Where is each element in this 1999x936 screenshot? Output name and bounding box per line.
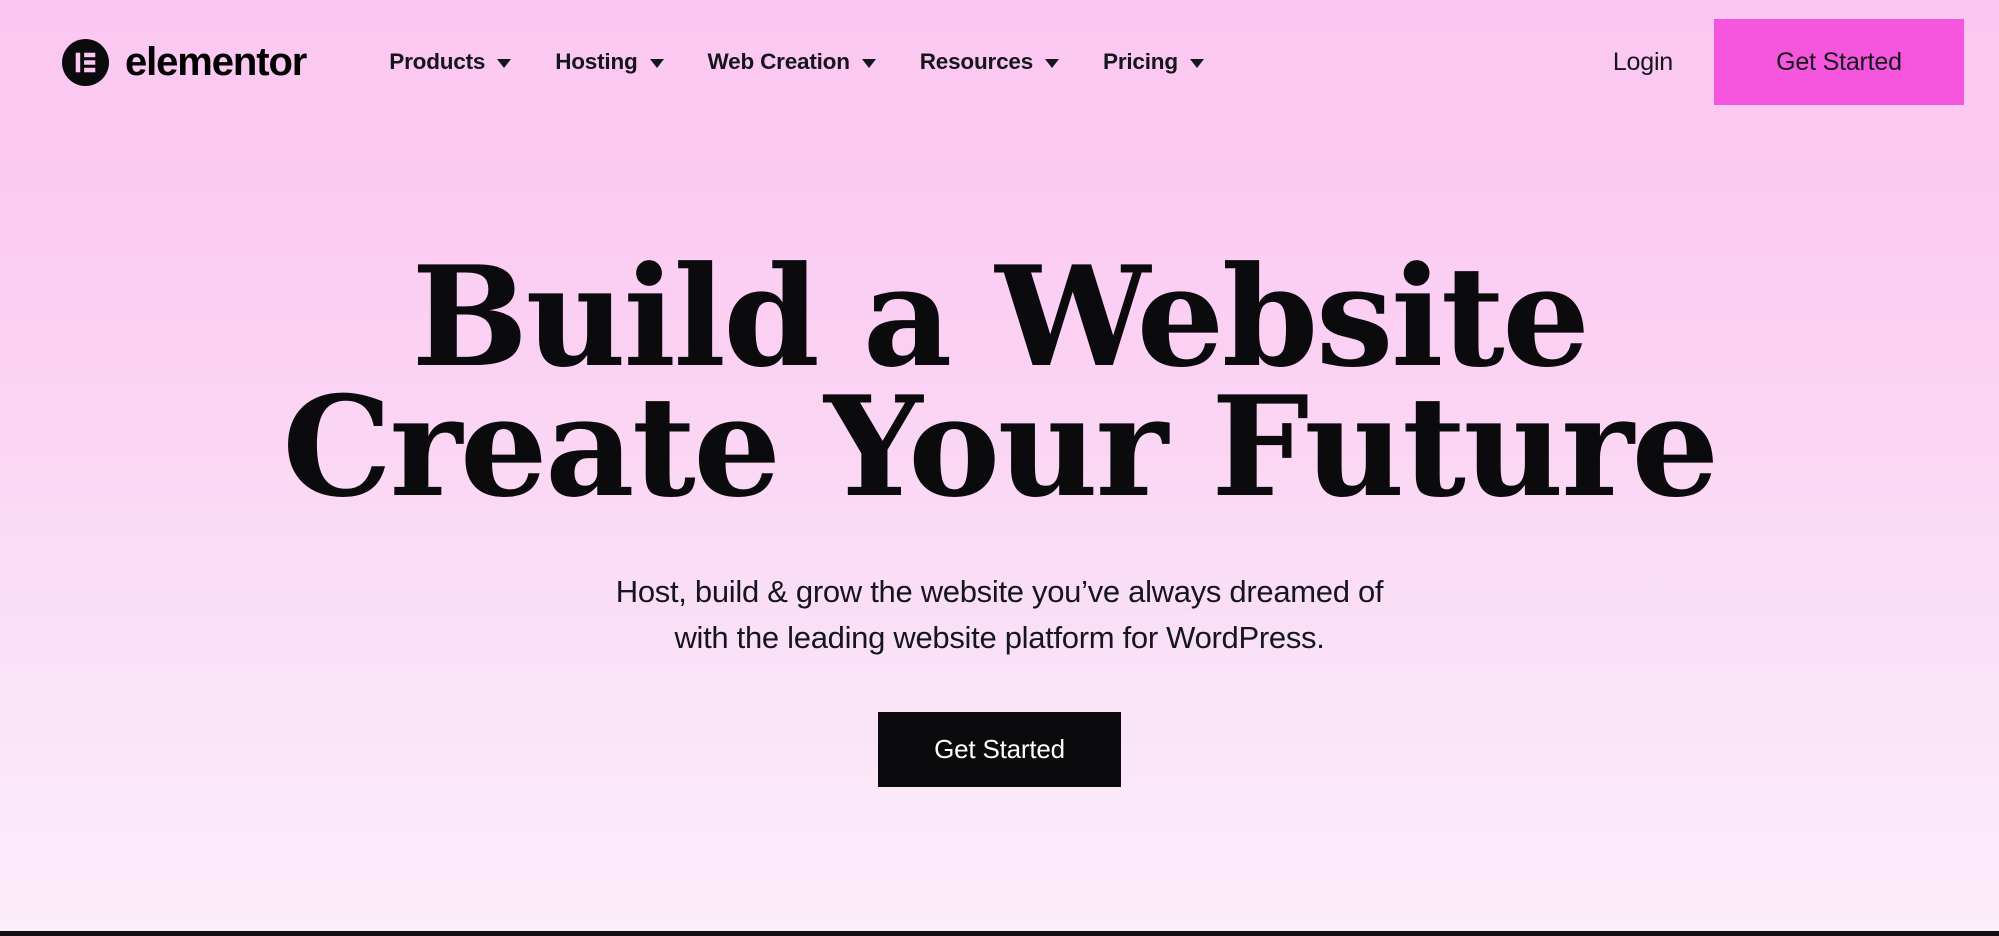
brand-name: elementor: [125, 40, 307, 84]
brand-logo-link[interactable]: elementor: [62, 38, 307, 86]
nav-item-resources[interactable]: Resources: [898, 39, 1081, 85]
nav-item-label: Resources: [919, 49, 1034, 74]
hero-heading: Build a Website Create Your Future: [0, 124, 1999, 528]
main-navigation: Products Hosting Web Creation Resources …: [367, 39, 1226, 85]
hero-subheading-line-2: with the leading website platform for Wo…: [674, 620, 1325, 656]
hero-subheading-line-1: Host, build & grow the website you’ve al…: [615, 574, 1384, 610]
nav-item-label: Hosting: [555, 49, 638, 74]
chevron-down-icon: [1045, 59, 1060, 68]
nav-item-label: Web Creation: [707, 49, 850, 74]
hero-subheading: Host, build & grow the website you’ve al…: [0, 511, 1999, 661]
header-get-started-button[interactable]: Get Started: [1714, 19, 1964, 105]
section-divider: [0, 931, 1999, 936]
hero-heading-line-1: Build a Website: [411, 235, 1591, 398]
hero-get-started-button[interactable]: Get Started: [878, 712, 1121, 788]
chevron-down-icon: [861, 59, 876, 68]
nav-item-hosting[interactable]: Hosting: [533, 39, 685, 85]
nav-item-pricing[interactable]: Pricing: [1081, 39, 1226, 85]
chevron-down-icon: [1189, 59, 1204, 68]
nav-item-label: Pricing: [1103, 49, 1178, 74]
hero-section: Build a Website Create Your Future Host,…: [0, 124, 1999, 788]
landing-page: elementor Products Hosting Web Creation …: [0, 0, 1999, 936]
chevron-down-icon: [649, 59, 664, 68]
elementor-logo-icon: [62, 38, 109, 86]
header-actions: Login Get Started: [1605, 0, 1999, 124]
nav-item-web-creation[interactable]: Web Creation: [686, 39, 898, 85]
nav-item-products[interactable]: Products: [367, 39, 533, 85]
login-link[interactable]: Login: [1605, 38, 1681, 87]
hero-heading-line-2: Create Your Future: [282, 364, 1719, 528]
hero-cta-container: Get Started: [0, 661, 1999, 788]
site-header: elementor Products Hosting Web Creation …: [0, 0, 1999, 124]
nav-item-label: Products: [389, 49, 486, 74]
chevron-down-icon: [497, 59, 512, 68]
